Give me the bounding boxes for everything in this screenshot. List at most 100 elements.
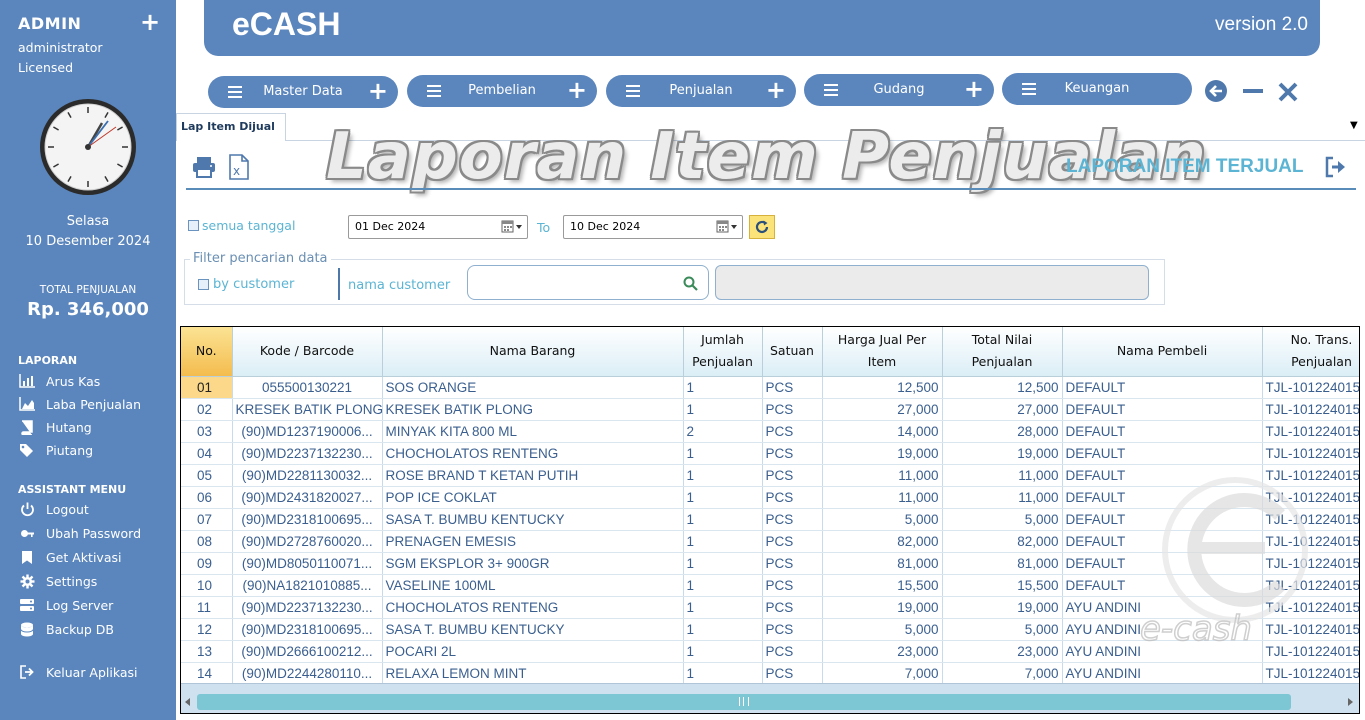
calendar-dropdown-icon[interactable]: [501, 220, 523, 234]
sidebar-item-piutang[interactable]: Piutang: [18, 441, 93, 459]
table-cell: PCS: [762, 464, 823, 487]
table-row[interactable]: 13 (90)MD2666100212... POCARI 2L 1 PCS 23,000…: [181, 640, 1359, 663]
table-row[interactable]: 04 (90)MD2237132230... CHOCHOLATOS RENTENG…: [181, 442, 1359, 465]
column-header[interactable]: No. Trans. Penjualan: [1262, 327, 1359, 377]
search-icon[interactable]: [683, 276, 698, 291]
exit-report-icon[interactable]: [1325, 156, 1347, 178]
table-cell: 11,000: [942, 464, 1063, 487]
column-header[interactable]: Kode / Barcode: [232, 327, 383, 377]
by-customer-label: by customer: [213, 277, 295, 292]
scroll-grip: [739, 697, 749, 706]
table-cell: (90)NA1821010885...: [232, 574, 383, 597]
column-header[interactable]: Nama Barang: [382, 327, 684, 377]
table-header-row: No. Kode / Barcode Nama Barang Jumlah Penjua…: [181, 327, 1359, 377]
printer-icon[interactable]: [192, 156, 216, 178]
table-row[interactable]: 14 (90)MD2244280110... RELAXA LEMON MINT 1 P…: [181, 662, 1359, 685]
table-cell: 03: [181, 420, 233, 443]
table-cell: (90)MD2244280110...: [232, 662, 383, 685]
plus-icon: +: [765, 76, 786, 104]
table-row[interactable]: 09 (90)MD8050110071... SGM EKSPLOR 3+ 900G…: [181, 552, 1359, 575]
back-arrow-icon[interactable]: [1205, 80, 1229, 104]
scrollbar-thumb[interactable]: [197, 694, 1291, 710]
menu-keuangan[interactable]: Keuangan: [1002, 73, 1192, 105]
power-icon: [18, 501, 36, 517]
sidebar-item-settings[interactable]: Settings: [18, 572, 97, 590]
column-header[interactable]: Harga Jual Per Item: [822, 327, 943, 377]
by-customer-checkbox[interactable]: by customer: [198, 277, 294, 292]
table-cell: AYU ANDINI: [1062, 640, 1263, 663]
excel-export-icon[interactable]: x: [228, 154, 250, 180]
menu-penjualan[interactable]: Penjualan +: [606, 75, 796, 107]
minimize-icon[interactable]: [1242, 80, 1266, 104]
scroll-left-icon[interactable]: [185, 698, 191, 706]
table-cell: 1: [683, 618, 763, 641]
sidebar-item-laba-penjualan[interactable]: Laba Penjualan: [18, 395, 141, 413]
expand-user-button[interactable]: +: [140, 10, 160, 34]
all-dates-checkbox[interactable]: semua tanggal: [188, 218, 295, 233]
table-row[interactable]: 06 (90)MD2431820027... POP ICE COKLAT 1 PCS 1…: [181, 486, 1359, 509]
menu-gudang[interactable]: Gudang +: [804, 74, 994, 106]
sidebar-item-arus-kas[interactable]: Arus Kas: [18, 372, 100, 390]
table-cell: TJL-101224015: [1262, 618, 1359, 641]
table-cell: KRESEK BATIK PLONG: [232, 398, 383, 421]
table-body: 01 055500130221 SOS ORANGE 1 PCS 12,500 12,500…: [181, 376, 1359, 685]
customer-search-input[interactable]: [467, 265, 709, 300]
scroll-right-icon[interactable]: [1347, 698, 1353, 706]
table-row[interactable]: 01 055500130221 SOS ORANGE 1 PCS 12,500 12,500…: [181, 376, 1359, 399]
column-header[interactable]: Jumlah Penjualan: [683, 327, 763, 377]
column-header-text: No.: [195, 343, 217, 359]
table-row[interactable]: 05 (90)MD2281130032... ROSE BRAND T KETAN …: [181, 464, 1359, 487]
horizontal-scrollbar[interactable]: [181, 683, 1359, 713]
column-header[interactable]: No.: [181, 327, 233, 377]
table-cell: 12,500: [822, 376, 943, 399]
column-header[interactable]: Satuan: [762, 327, 823, 377]
table-row[interactable]: 10 (90)NA1821010885... VASELINE 100ML 1 PCS 1…: [181, 574, 1359, 597]
table-cell: 7,000: [942, 662, 1063, 685]
table-row[interactable]: 07 (90)MD2318100695... SASA T. BUMBU KENTU…: [181, 508, 1359, 531]
date-from-picker[interactable]: 01 Dec 2024: [348, 215, 528, 239]
title-divider: [186, 188, 1356, 190]
sidebar-item-log-server[interactable]: Log Server: [18, 596, 113, 614]
sidebar-item-logout[interactable]: Logout: [18, 500, 89, 518]
table-cell: 19,000: [942, 442, 1063, 465]
column-header[interactable]: Nama Pembeli: [1062, 327, 1263, 377]
refresh-button[interactable]: [749, 215, 775, 239]
plus-icon: +: [566, 76, 587, 104]
sidebar-item-backup-db[interactable]: Backup DB: [18, 620, 114, 638]
table-row[interactable]: 12 (90)MD2318100695... SASA T. BUMBU KENTU…: [181, 618, 1359, 641]
table-cell: 11,000: [822, 464, 943, 487]
table-cell: 19,000: [822, 596, 943, 619]
table-cell: AYU ANDINI: [1062, 662, 1263, 685]
sidebar-item-ubah-password[interactable]: Ubah Password: [18, 524, 141, 542]
table-cell: 1: [683, 574, 763, 597]
tab-lap-item-dijual[interactable]: Lap Item Dijual: [176, 113, 286, 141]
sidebar-item-label: Arus Kas: [46, 373, 101, 389]
laporan-section-title: LAPORAN: [18, 354, 78, 367]
table-cell: DEFAULT: [1062, 552, 1263, 575]
table-cell: AYU ANDINI: [1062, 596, 1263, 619]
table-cell: PCS: [762, 552, 823, 575]
column-header[interactable]: Total Nilai Penjualan: [942, 327, 1063, 377]
sidebar-item-hutang[interactable]: Hutang: [18, 418, 92, 436]
sidebar-item-keluar-aplikasi[interactable]: Keluar Aplikasi: [18, 663, 138, 681]
table-cell: 82,000: [942, 530, 1063, 553]
menu-master-data[interactable]: Master Data +: [208, 76, 398, 108]
calendar-dropdown-icon[interactable]: [716, 220, 738, 234]
area-chart-icon: [18, 396, 36, 412]
table-row[interactable]: 02 KRESEK BATIK PLONG KRESEK BATIK PLONG 1 P…: [181, 398, 1359, 421]
close-icon[interactable]: [1277, 80, 1301, 104]
table-cell: ROSE BRAND T KETAN PUTIH: [382, 464, 684, 487]
date-to-picker[interactable]: 10 Dec 2024: [563, 215, 743, 239]
table-cell: (90)MD2666100212...: [232, 640, 383, 663]
sidebar-item-label: Logout: [46, 501, 89, 517]
tab-list-dropdown-icon[interactable]: ▼: [1350, 120, 1358, 131]
table-row[interactable]: 11 (90)MD2237132230... CHOCHOLATOS RENTENG…: [181, 596, 1359, 619]
table-cell: (90)MD2318100695...: [232, 618, 383, 641]
menu-pembelian[interactable]: Pembelian +: [407, 75, 597, 107]
table-cell: 27,000: [822, 398, 943, 421]
table-row[interactable]: 03 (90)MD1237190006... MINYAK KITA 800 ML 2…: [181, 420, 1359, 443]
table-cell: PCS: [762, 618, 823, 641]
sidebar-item-get-aktivasi[interactable]: Get Aktivasi: [18, 548, 121, 566]
date-from-value: 01 Dec 2024: [355, 220, 426, 233]
table-row[interactable]: 08 (90)MD2728760020... PRENAGEN EMESIS 1 PCS…: [181, 530, 1359, 553]
